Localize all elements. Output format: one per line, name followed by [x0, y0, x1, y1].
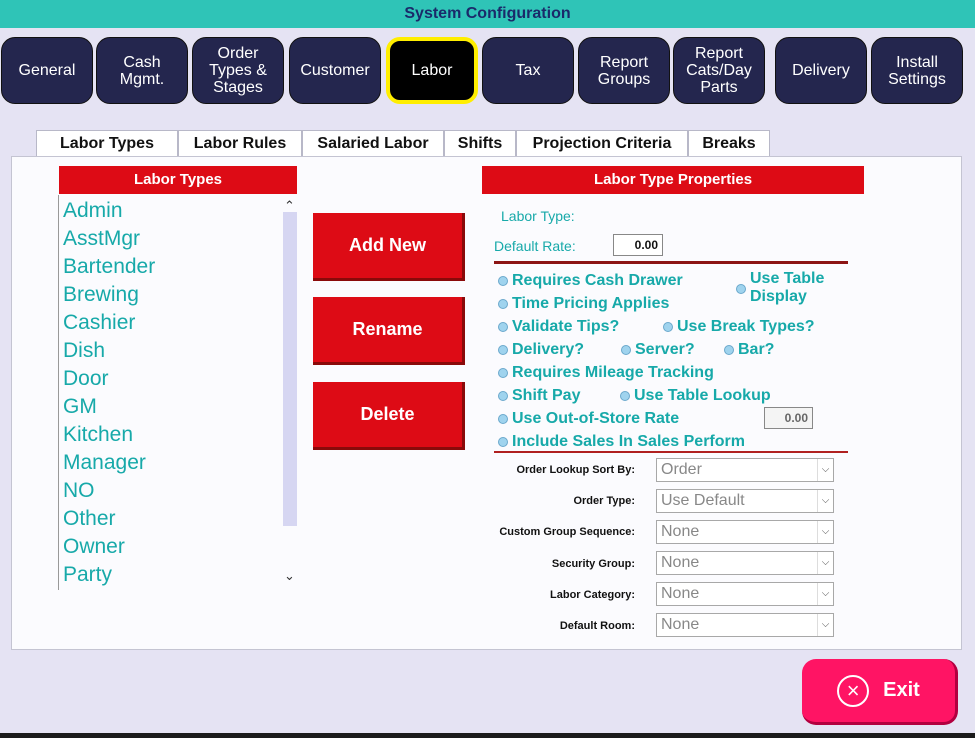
list-item[interactable]: Manager	[63, 452, 146, 474]
order-lookup-sort-select[interactable]: Order ⌵	[656, 458, 834, 482]
server-option[interactable]: Server?	[621, 341, 695, 359]
radio-icon	[498, 437, 508, 447]
labor-category-label: Labor Category:	[550, 589, 635, 601]
radio-icon	[498, 368, 508, 378]
radio-icon	[498, 299, 508, 309]
labor-types-header: Labor Types	[59, 166, 297, 194]
labor-category-select[interactable]: None ⌵	[656, 582, 834, 606]
chevron-down-icon: ⌵	[817, 583, 833, 605]
list-item[interactable]: Party	[63, 564, 112, 586]
subtab-shifts[interactable]: Shifts	[444, 130, 516, 156]
delivery-option[interactable]: Delivery?	[498, 341, 584, 359]
tab-general[interactable]: General	[1, 37, 93, 104]
tab-report-cats-day-parts[interactable]: Report Cats/Day Parts	[673, 37, 765, 104]
list-item[interactable]: AsstMgr	[63, 228, 140, 250]
chevron-down-icon: ⌵	[817, 521, 833, 543]
exit-button[interactable]: × Exit	[802, 659, 958, 725]
default-room-select[interactable]: None ⌵	[656, 613, 834, 637]
bar-option[interactable]: Bar?	[724, 341, 774, 359]
tab-order-types-stages[interactable]: Order Types & Stages	[192, 37, 284, 104]
include-sales-option[interactable]: Include Sales In Sales Perform	[498, 433, 745, 451]
window-title: System Configuration	[0, 0, 975, 28]
radio-icon	[663, 322, 673, 332]
close-icon: ×	[837, 674, 870, 707]
time-pricing-applies-option[interactable]: Time Pricing Applies	[498, 295, 669, 313]
requires-mileage-tracking-option[interactable]: Requires Mileage Tracking	[498, 364, 714, 382]
radio-icon	[620, 391, 630, 401]
use-break-types-option[interactable]: Use Break Types?	[663, 318, 815, 336]
list-item[interactable]: Bartender	[63, 256, 155, 278]
delete-button[interactable]: Delete	[313, 382, 465, 450]
tab-delivery[interactable]: Delivery	[775, 37, 867, 104]
rename-button[interactable]: Rename	[313, 297, 465, 365]
out-of-store-rate-field[interactable]: 0.00	[764, 407, 813, 429]
custom-group-sequence-select[interactable]: None ⌵	[656, 520, 834, 544]
chevron-down-icon: ⌵	[817, 490, 833, 512]
tab-install-settings[interactable]: Install Settings	[871, 37, 963, 104]
subtab-labor-types[interactable]: Labor Types	[36, 130, 178, 156]
radio-icon	[498, 414, 508, 424]
bottom-border	[0, 733, 975, 738]
default-rate-field[interactable]: 0.00	[613, 234, 663, 256]
scroll-up-icon[interactable]: ⌃	[284, 198, 295, 214]
list-item[interactable]: Brewing	[63, 284, 139, 306]
labor-type-properties-header: Labor Type Properties	[482, 166, 864, 194]
radio-icon	[498, 345, 508, 355]
list-item[interactable]: Admin	[63, 200, 123, 222]
list-item[interactable]: GM	[63, 396, 97, 418]
list-scrollbar[interactable]	[283, 212, 297, 526]
use-table-display-option[interactable]: Use Table Display	[736, 270, 824, 306]
subtab-labor-rules[interactable]: Labor Rules	[178, 130, 302, 156]
radio-icon	[724, 345, 734, 355]
custom-group-sequence-label: Custom Group Sequence:	[499, 526, 635, 538]
list-item[interactable]: Owner	[63, 536, 125, 558]
use-out-of-store-rate-option[interactable]: Use Out-of-Store Rate	[498, 410, 679, 428]
requires-cash-drawer-option[interactable]: Requires Cash Drawer	[498, 272, 683, 290]
use-table-lookup-option[interactable]: Use Table Lookup	[620, 387, 771, 405]
tab-tax[interactable]: Tax	[482, 37, 574, 104]
subtab-salaried-labor[interactable]: Salaried Labor	[302, 130, 444, 156]
order-type-label: Order Type:	[573, 495, 635, 507]
tab-cash-mgmt[interactable]: Cash Mgmt.	[96, 37, 188, 104]
subtab-breaks[interactable]: Breaks	[688, 130, 770, 156]
list-item[interactable]: NO	[63, 480, 95, 502]
order-lookup-sort-label: Order Lookup Sort By:	[516, 464, 635, 476]
chevron-down-icon: ⌵	[817, 552, 833, 574]
list-item[interactable]: Other	[63, 508, 116, 530]
shift-pay-option[interactable]: Shift Pay	[498, 387, 580, 405]
radio-icon	[498, 391, 508, 401]
security-group-select[interactable]: None ⌵	[656, 551, 834, 575]
subtab-projection-criteria[interactable]: Projection Criteria	[516, 130, 688, 156]
labor-types-list[interactable]: Admin AsstMgr Bartender Brewing Cashier …	[58, 195, 298, 590]
radio-icon	[498, 322, 508, 332]
radio-icon	[736, 284, 746, 294]
list-item[interactable]: Door	[63, 368, 109, 390]
divider	[494, 261, 848, 264]
divider	[494, 451, 848, 453]
list-item[interactable]: Dish	[63, 340, 105, 362]
list-item[interactable]: Kitchen	[63, 424, 133, 446]
default-room-label: Default Room:	[559, 620, 635, 632]
radio-icon	[498, 276, 508, 286]
scroll-down-icon[interactable]: ⌄	[284, 568, 295, 584]
chevron-down-icon: ⌵	[817, 459, 833, 481]
validate-tips-option[interactable]: Validate Tips?	[498, 318, 619, 336]
security-group-label: Security Group:	[551, 558, 635, 570]
add-new-button[interactable]: Add New	[313, 213, 465, 281]
list-item[interactable]: Cashier	[63, 312, 135, 334]
top-nav: General Cash Mgmt. Order Types & Stages …	[0, 28, 975, 112]
order-type-select[interactable]: Use Default ⌵	[656, 489, 834, 513]
radio-icon	[621, 345, 631, 355]
tab-labor[interactable]: Labor	[386, 37, 478, 104]
default-rate-label: Default Rate:	[494, 238, 576, 254]
chevron-down-icon: ⌵	[817, 614, 833, 636]
labor-type-label: Labor Type:	[501, 208, 575, 224]
tab-report-groups[interactable]: Report Groups	[578, 37, 670, 104]
tab-customer[interactable]: Customer	[289, 37, 381, 104]
